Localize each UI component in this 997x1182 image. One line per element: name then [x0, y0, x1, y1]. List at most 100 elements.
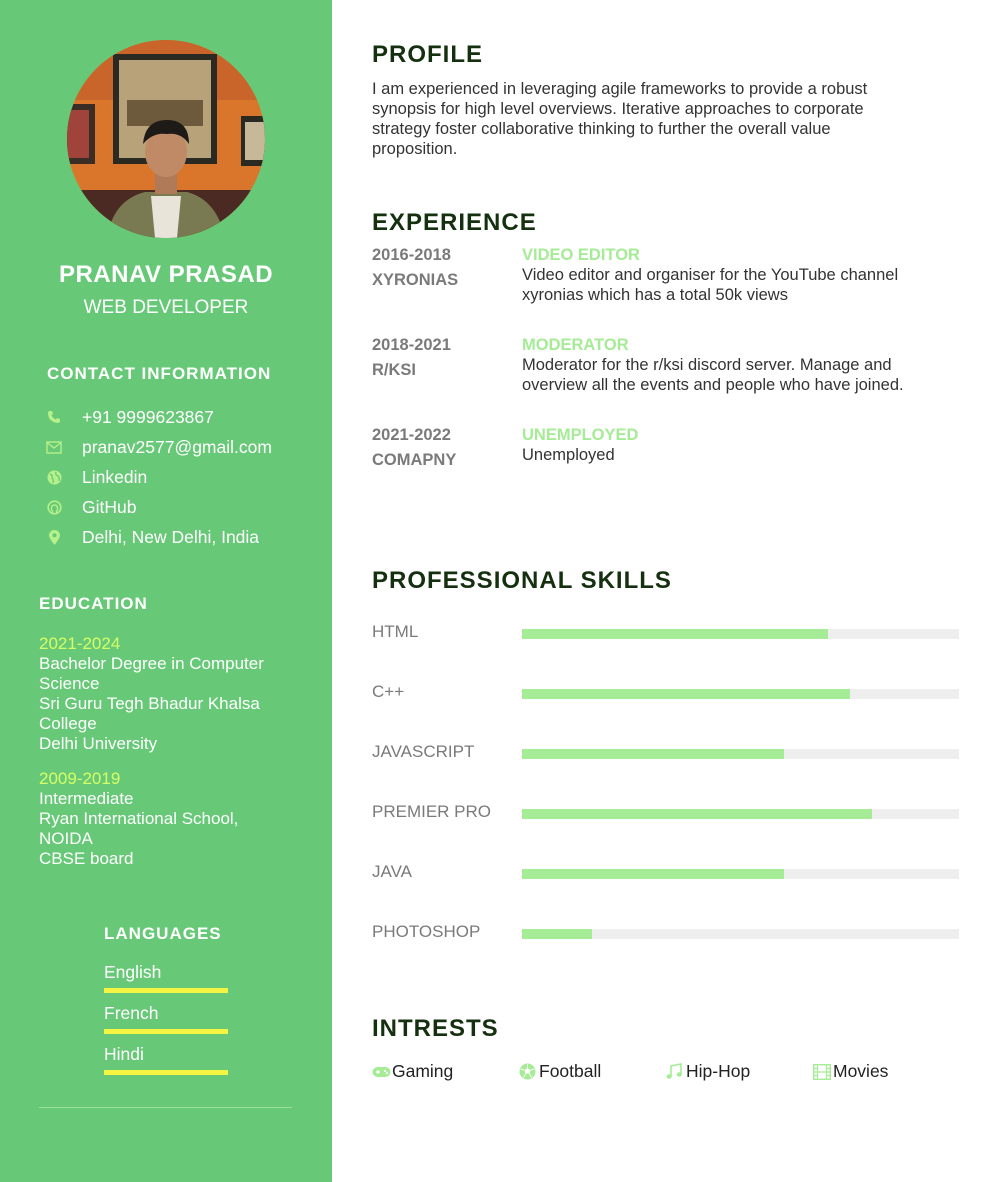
football-icon: [519, 1063, 539, 1081]
interest-label: Movies: [833, 1061, 889, 1081]
contact-phone-text: +91 9999623867: [82, 406, 214, 427]
language-bar: [104, 988, 228, 993]
education-line: Ryan International School,: [39, 809, 239, 828]
music-note-icon: [666, 1063, 686, 1081]
contact-github[interactable]: GitHub: [46, 492, 272, 522]
skill-label: PHOTOSHOP: [372, 922, 481, 941]
education-line: NOIDA: [39, 829, 93, 848]
experience-company: COMAPNY: [372, 451, 457, 469]
globe-icon: [46, 469, 62, 485]
avatar: [67, 40, 265, 238]
language-item: French: [104, 1003, 228, 1044]
experience-heading: EXPERIENCE: [372, 209, 537, 236]
interest-label: Football: [539, 1061, 602, 1081]
experience-description: Video editor and organiser for the YouTu…: [522, 265, 962, 305]
experience-years: 2021-2022: [372, 426, 451, 444]
education-years: 2021-2024: [39, 634, 121, 653]
experience-description: Unemployed: [522, 445, 962, 465]
education-line: Delhi University: [39, 734, 158, 753]
skill-row: PHOTOSHOP: [372, 922, 960, 946]
language-bar: [104, 1029, 228, 1034]
skill-bar-fill: [522, 869, 785, 879]
experience-title: VIDEO EDITOR: [522, 246, 640, 264]
language-label: English: [104, 962, 162, 982]
language-item: Hindi: [104, 1044, 228, 1085]
language-label: French: [104, 1003, 159, 1023]
language-item: English: [104, 962, 228, 1003]
skill-bar-track: [522, 749, 959, 759]
experience-item: 2021-2022 COMAPNY UNEMPLOYED Unemployed: [372, 426, 962, 486]
profile-line: strategy foster collaborative thinking t…: [372, 120, 831, 138]
education-line: CBSE board: [39, 849, 134, 868]
experience-company: R/KSI: [372, 361, 417, 379]
experience-years: 2018-2021: [372, 336, 451, 354]
skill-label: JAVA: [372, 862, 412, 881]
skill-row: JAVASCRIPT: [372, 742, 960, 766]
interest-label: Gaming: [392, 1061, 454, 1081]
experience-line: Unemployed: [522, 446, 615, 464]
experience-years: 2016-2018: [372, 246, 451, 264]
skill-label: C++: [372, 682, 405, 701]
interest-label: Hip-Hop: [686, 1061, 751, 1081]
skill-bar-track: [522, 869, 959, 879]
experience-line: Video editor and organiser for the YouTu…: [522, 266, 899, 284]
interests-heading: INTRESTS: [372, 1015, 499, 1042]
contact-heading: CONTACT INFORMATION: [47, 364, 272, 383]
skill-bar-track: [522, 809, 959, 819]
experience-title: MODERATOR: [522, 336, 629, 354]
experience-line: overview all the events and people who h…: [522, 376, 904, 394]
contact-linkedin[interactable]: Linkedin: [46, 462, 272, 492]
language-list: English French Hindi: [104, 962, 228, 1085]
skill-row: PREMIER PRO: [372, 802, 960, 826]
experience-line: Moderator for the r/ksi discord server. …: [522, 356, 892, 374]
interest-item: Movies: [813, 1061, 960, 1082]
interest-item: Gaming: [372, 1061, 519, 1082]
experience-title: UNEMPLOYED: [522, 426, 639, 444]
job-title: WEB DEVELOPER: [83, 297, 249, 318]
film-icon: [813, 1063, 833, 1081]
gamepad-icon: [372, 1063, 392, 1081]
education-heading: EDUCATION: [39, 594, 148, 613]
language-bar: [104, 1070, 228, 1075]
skill-bar-fill: [522, 809, 872, 819]
sidebar-divider: [39, 1107, 292, 1108]
contact-github-text: GitHub: [82, 496, 137, 517]
skill-bar-track: [522, 929, 959, 939]
language-label: Hindi: [104, 1044, 144, 1064]
languages-heading: LANGUAGES: [104, 924, 222, 943]
profile-summary: I am experienced in leveraging agile fra…: [372, 79, 932, 159]
experience-item: 2018-2021 R/KSI MODERATOR Moderator for …: [372, 336, 962, 396]
skill-row: HTML: [372, 622, 960, 646]
person-name: PRANAV PRASAD: [58, 261, 274, 288]
education-line: Sri Guru Tegh Bhadur Khalsa: [39, 694, 260, 713]
github-icon: [46, 499, 62, 515]
profile-line: synopsis for high level overviews. Itera…: [372, 100, 864, 118]
contact-location: Delhi, New Delhi, India: [46, 522, 272, 552]
experience-company: XYRONIAS: [372, 271, 459, 289]
contact-email-text: pranav2577@gmail.com: [82, 436, 272, 457]
skill-bar-fill: [522, 629, 828, 639]
skills-heading: PROFESSIONAL SKILLS: [372, 567, 672, 594]
education-years: 2009-2019: [39, 769, 121, 788]
education-line: Bachelor Degree in Computer: [39, 654, 264, 673]
interest-item: Football: [519, 1061, 666, 1082]
skill-row: C++: [372, 682, 960, 706]
interests-list: Gaming Football Hip-Hop Movies: [372, 1061, 960, 1082]
experience-line: xyronias which has a total 50k views: [522, 286, 788, 304]
experience-item: 2016-2018 XYRONIAS VIDEO EDITOR Video ed…: [372, 246, 962, 306]
contact-phone[interactable]: +91 9999623867: [46, 402, 272, 432]
education-entry: 2021-2024 Bachelor Degree in Computer Sc…: [39, 634, 309, 754]
phone-icon: [46, 409, 62, 425]
skill-row: JAVA: [372, 862, 960, 886]
contact-location-text: Delhi, New Delhi, India: [82, 526, 260, 547]
profile-line: proposition.: [372, 140, 458, 158]
location-pin-icon: [46, 529, 62, 545]
mail-icon: [46, 439, 62, 455]
sidebar: PRANAV PRASAD WEB DEVELOPER CONTACT INFO…: [0, 0, 332, 1182]
profile-line: I am experienced in leveraging agile fra…: [372, 80, 868, 98]
education-entry: 2009-2019 Intermediate Ryan Internationa…: [39, 769, 309, 869]
profile-heading: PROFILE: [372, 41, 484, 68]
skill-label: PREMIER PRO: [372, 802, 492, 821]
skill-label: HTML: [372, 622, 419, 641]
contact-email[interactable]: pranav2577@gmail.com: [46, 432, 272, 462]
